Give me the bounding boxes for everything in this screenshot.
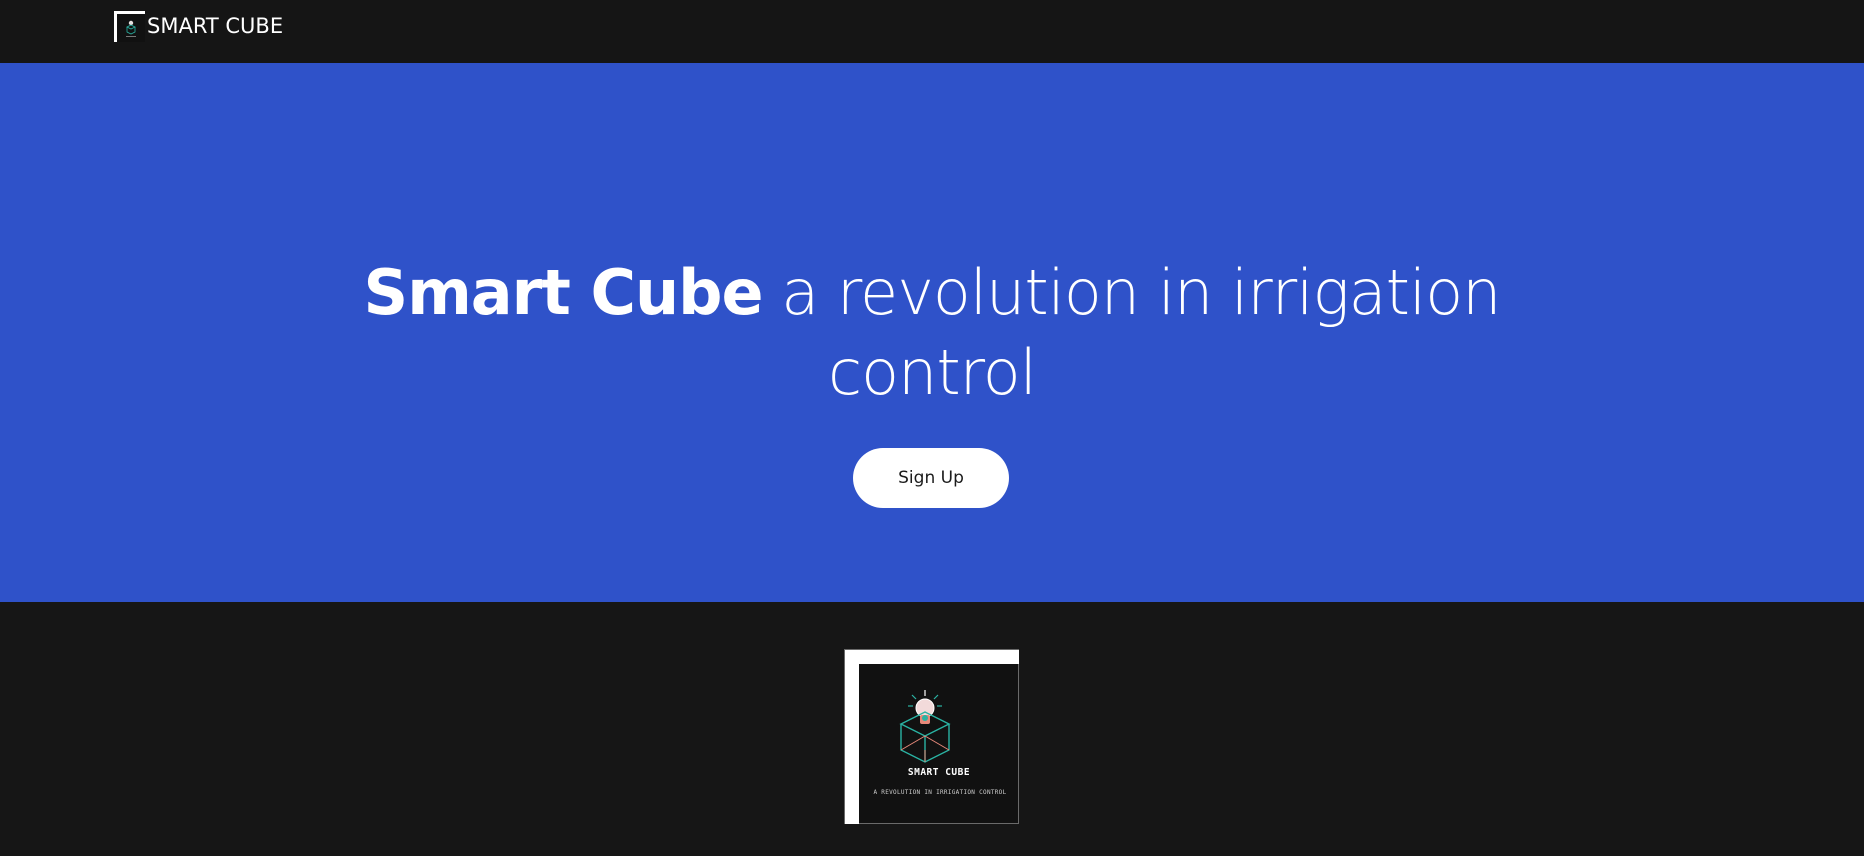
hero-title: Smart Cube a revolution in irrigation co… (332, 253, 1532, 413)
logo-section: SMART CUBE A REVOLUTION IN IRRIGATION CO… (0, 602, 1864, 856)
logo-card: SMART CUBE A REVOLUTION IN IRRIGATION CO… (844, 649, 1019, 824)
logo-card-title: SMART CUBE (907, 767, 971, 778)
logo-card-subtitle: A REVOLUTION IN IRRIGATION CONTROL (873, 789, 1007, 796)
brand-name: SMART CUBE (147, 14, 284, 38)
smart-cube-logo-icon (114, 11, 145, 42)
top-navbar: SMART CUBE (0, 0, 1864, 63)
hero-title-strong: Smart Cube (363, 256, 764, 329)
hero-title-rest: a revolution in irrigation control (762, 256, 1501, 409)
sign-up-button[interactable]: Sign Up (853, 448, 1009, 508)
lightbulb-cube-icon (899, 690, 951, 763)
brand-link[interactable]: SMART CUBE (114, 11, 283, 42)
hero-section: Smart Cube a revolution in irrigation co… (0, 63, 1864, 602)
